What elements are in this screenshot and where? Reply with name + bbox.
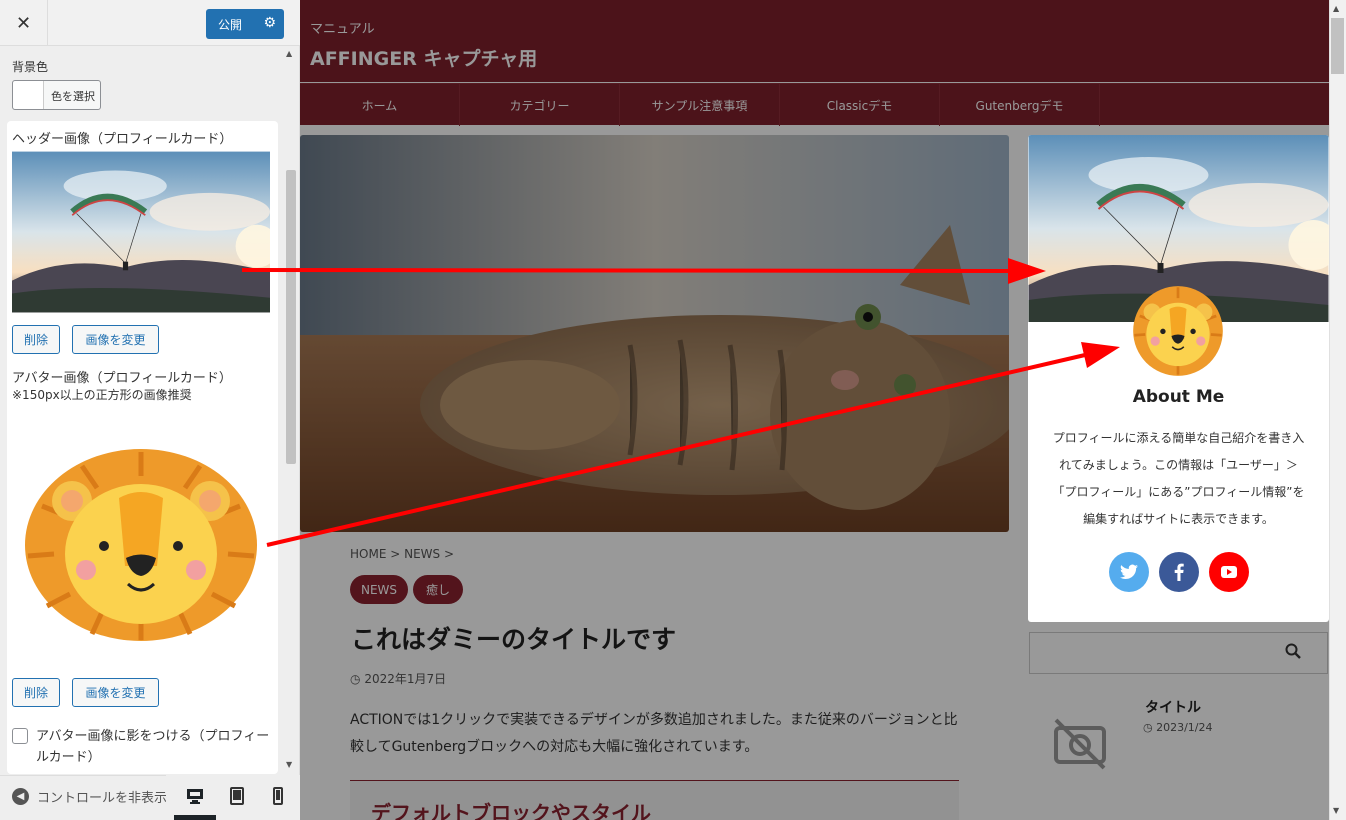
scroll-up-icon[interactable]: ▲ — [286, 49, 292, 58]
profile-card-avatar — [1133, 286, 1223, 376]
site-preview: マニュアル AFFINGER キャプチャ用 ホーム カテゴリー サンプル注意事項… — [300, 0, 1329, 820]
preview-scrollbar[interactable] — [1329, 0, 1346, 820]
header-image-label: ヘッダー画像（プロフィールカード） — [12, 132, 233, 147]
avatar-shadow-label: アバター画像に影をつける（プロフィールカード） — [36, 729, 270, 765]
tablet-icon[interactable] — [227, 786, 247, 806]
color-swatch — [13, 81, 44, 109]
close-icon: ✕ — [15, 12, 32, 34]
delete-header-image-button[interactable]: 削除 — [12, 325, 60, 354]
twitter-icon[interactable] — [1109, 552, 1149, 592]
scroll-down-icon[interactable]: ▼ — [286, 760, 292, 769]
collapse-icon: ◀ — [12, 788, 29, 805]
preview-scroll-down-icon[interactable]: ▼ — [1333, 806, 1339, 815]
desktop-icon[interactable] — [185, 786, 205, 806]
change-avatar-image-button[interactable]: 画像を変更 — [72, 678, 159, 707]
hide-controls-label: コントロールを非表示 — [37, 791, 168, 806]
publish-button[interactable]: 公開 ⚙ — [206, 9, 284, 39]
color-select-button[interactable]: 色を選択 — [12, 80, 101, 110]
active-device-indicator — [174, 815, 216, 820]
mobile-icon[interactable] — [268, 786, 288, 806]
profile-bio: プロフィールに添える簡単な自己紹介を書き入れてみましょう。この情報は「ユーザー」… — [1052, 431, 1305, 526]
sidebar-scrollbar-thumb[interactable] — [286, 170, 296, 464]
gear-icon[interactable]: ⚙ — [263, 15, 276, 31]
avatar-image-note: ※150px以上の正方形の画像推奨 — [12, 388, 192, 402]
avatar-image-thumbnail — [25, 449, 257, 641]
avatar-shadow-checkbox[interactable] — [12, 728, 28, 744]
youtube-icon[interactable] — [1209, 552, 1249, 592]
change-header-image-button[interactable]: 画像を変更 — [72, 325, 159, 354]
facebook-icon[interactable] — [1159, 552, 1199, 592]
delete-avatar-image-button[interactable]: 削除 — [12, 678, 60, 707]
color-select-label: 色を選択 — [51, 90, 95, 103]
profile-heading: About Me — [1132, 387, 1225, 407]
preview-scroll-up-icon[interactable]: ▲ — [1333, 4, 1339, 13]
profile-card: About Me プロフィールに添える簡単な自己紹介を書き入れてみましょう。この… — [1028, 135, 1329, 622]
header-image-thumbnail — [12, 151, 270, 313]
hide-controls-button[interactable]: ◀ コントロールを非表示 — [12, 787, 167, 806]
avatar-image-label: アバター画像（プロフィールカード） — [12, 371, 232, 386]
close-button[interactable]: ✕ — [0, 0, 48, 46]
publish-label: 公開 — [218, 17, 243, 32]
preview-scrollbar-thumb[interactable] — [1331, 18, 1344, 74]
bg-color-label: 背景色 — [12, 60, 49, 74]
